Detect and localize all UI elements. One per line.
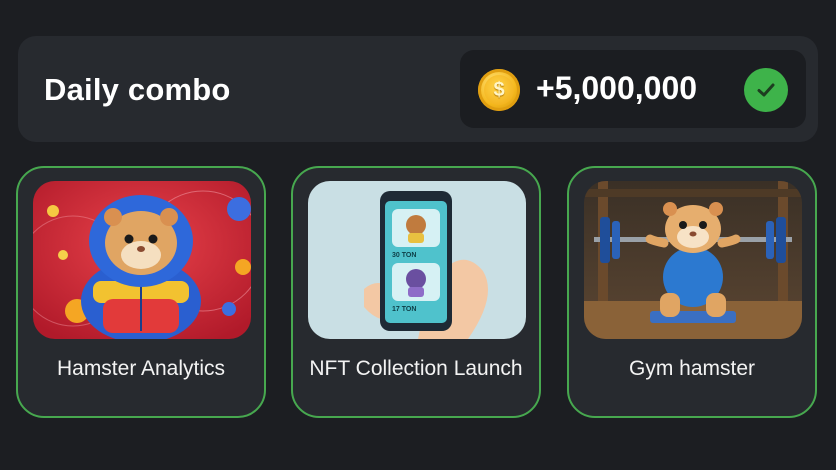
card-label: Gym hamster — [628, 357, 756, 380]
combo-card-hamster-analytics[interactable]: Hamster Analytics — [16, 166, 266, 418]
phone-row-1: 30 TON — [392, 252, 416, 259]
coin-icon: $ — [478, 69, 520, 111]
nft-collection-image: 30 TON 17 TON — [308, 181, 526, 339]
daily-combo-header: Daily combo $ +5,000,000 — [18, 36, 818, 142]
check-icon — [744, 68, 788, 112]
reward-box: $ +5,000,000 — [460, 50, 806, 128]
combo-card-gym-hamster[interactable]: Gym hamster — [567, 166, 817, 418]
phone-row-2: 17 TON — [392, 306, 416, 313]
combo-card-nft-collection-launch[interactable]: 30 TON 17 TON NFT Collection Launch — [291, 166, 541, 418]
coin-symbol: $ — [484, 75, 514, 105]
reward-amount: +5,000,000 — [536, 70, 698, 106]
card-label: NFT Collection Launch — [309, 357, 523, 380]
page-title: Daily combo — [44, 72, 231, 107]
hamster-analytics-image — [33, 181, 251, 339]
gym-hamster-image — [584, 181, 802, 339]
card-label: Hamster Analytics — [56, 357, 226, 380]
